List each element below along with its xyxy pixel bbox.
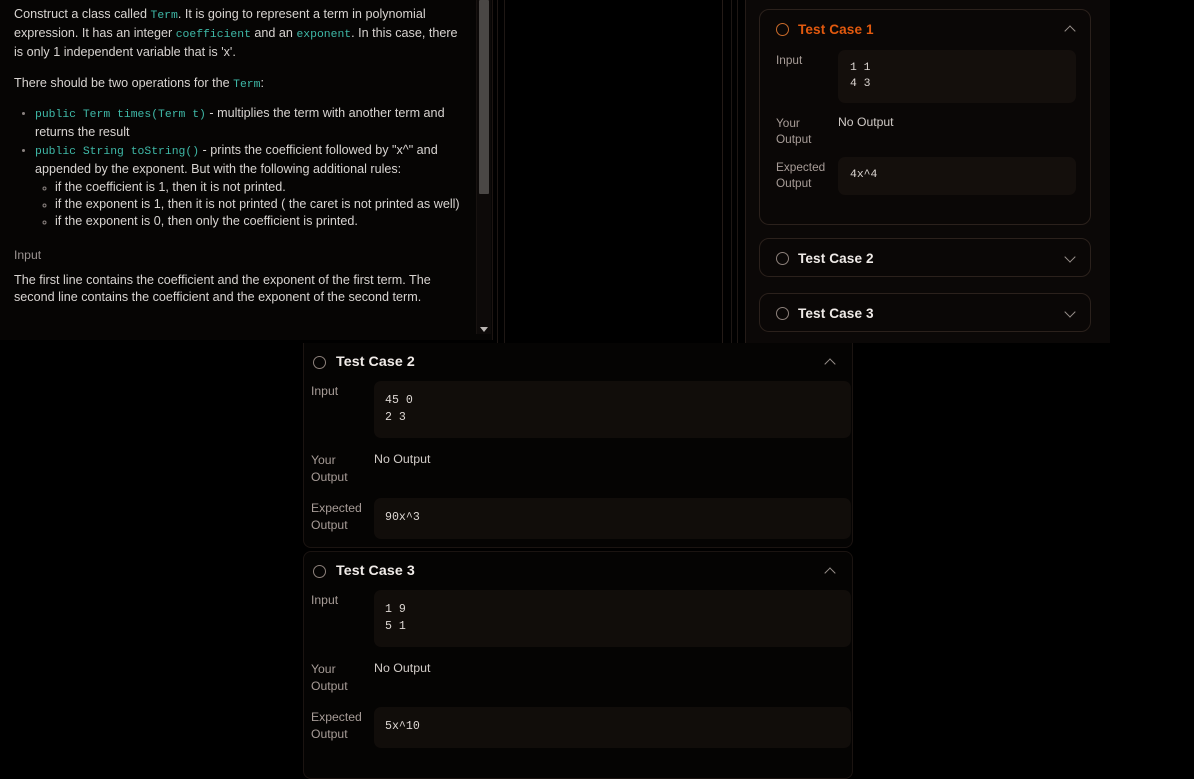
rail-tc1-input-value: 1 1 4 3 <box>850 62 871 90</box>
list-tc2-input-value: 45 0 2 3 <box>385 394 413 424</box>
ops-lead-b: : <box>260 76 264 90</box>
problem-intro-paragraph: Construct a class called Term. It is goi… <box>14 6 466 61</box>
radio-icon[interactable] <box>776 22 789 36</box>
top-overlay-panel: Construct a class called Term. It is goi… <box>0 0 1110 343</box>
scroll-down-arrow-icon[interactable] <box>480 327 488 332</box>
rail-testcase-3[interactable]: Test Case 3 <box>759 293 1091 332</box>
operations-list: public Term times(Term t) - multiplies t… <box>14 105 466 230</box>
your-output-label: Your Output <box>311 453 348 484</box>
list-tc3-your-output-value: No Output <box>374 661 431 675</box>
your-output-label: Your Output <box>311 662 348 693</box>
rail-testcase-1-header[interactable]: Test Case 1 <box>760 10 1090 48</box>
inline-code-exponent: exponent <box>296 29 352 41</box>
list-item: if the coefficient is 1, then it is not … <box>55 179 466 196</box>
input-label: Input <box>776 53 803 67</box>
rail-testcase-2-header[interactable]: Test Case 2 <box>760 239 1090 277</box>
list-tc2-input-row: Input 45 0 2 3 <box>311 381 852 438</box>
rail-tc1-input-row: Input 1 1 4 3 <box>776 50 1076 103</box>
list-tc3-expected-value: 5x^10 <box>385 720 420 733</box>
list-tc2-input-box: 45 0 2 3 <box>374 381 851 438</box>
expected-output-label: Expected Output <box>311 710 362 741</box>
problem-statement-content: Construct a class called Term. It is goi… <box>0 0 488 324</box>
chevron-down-icon[interactable] <box>1065 255 1076 262</box>
list-tc2-expected-value: 90x^3 <box>385 511 420 524</box>
radio-icon[interactable] <box>313 564 326 578</box>
chevron-up-icon[interactable] <box>825 568 836 575</box>
rail-testcase-2-title: Test Case 2 <box>798 250 874 266</box>
rail-tc1-expected-box: 4x^4 <box>838 157 1076 195</box>
list-tc3-input-row: Input 1 9 5 1 <box>311 590 852 647</box>
list-tc2-your-output-row: Your Output No Output <box>311 450 852 486</box>
list-testcase-3-body: Input 1 9 5 1 Your Output No Output Expe… <box>304 590 852 770</box>
ops-lead-a: There should be two operations for the <box>14 76 234 90</box>
list-testcase-2[interactable]: Test Case 2 Input 45 0 2 3 Your Output N… <box>303 343 853 548</box>
testcase-list-panel: Test Case 2 Input 45 0 2 3 Your Output N… <box>0 343 1194 779</box>
list-item: public Term times(Term t) - multiplies t… <box>35 105 466 141</box>
your-output-label: Your Output <box>776 116 812 146</box>
list-testcase-3-title: Test Case 3 <box>336 563 415 579</box>
testcase-rail: Test Case 1 Input 1 1 4 3 Your Output No… <box>745 0 1110 343</box>
list-testcase-3[interactable]: Test Case 3 Input 1 9 5 1 Your Output No… <box>303 551 853 779</box>
intro-text-c: and an <box>250 26 297 40</box>
expected-output-label: Expected Output <box>311 501 362 532</box>
pane-divider-right <box>731 0 732 343</box>
pane-divider-left-2 <box>504 0 505 343</box>
list-tc3-expected-output-row: Expected Output 5x^10 <box>311 707 852 748</box>
tostring-rules-list: if the coefficient is 1, then it is not … <box>35 179 466 230</box>
method-signature-tostring: public String toString() <box>35 146 200 158</box>
chevron-up-icon[interactable] <box>825 359 836 366</box>
chevron-down-icon[interactable] <box>1065 310 1076 317</box>
list-testcase-2-title: Test Case 2 <box>336 354 415 370</box>
rail-tc1-your-output-value: No Output <box>838 115 894 129</box>
rail-testcase-1-body: Input 1 1 4 3 Your Output No Output Expe… <box>760 48 1090 217</box>
rail-tc1-input-box: 1 1 4 3 <box>838 50 1076 103</box>
radio-icon[interactable] <box>313 355 326 369</box>
pane-divider-left <box>497 0 498 343</box>
list-testcase-3-header[interactable]: Test Case 3 <box>304 552 852 590</box>
inline-code-coefficient: coefficient <box>175 29 251 41</box>
inline-code-term-2: Term <box>233 79 261 91</box>
input-label: Input <box>311 593 339 607</box>
rail-tc1-expected-value: 4x^4 <box>850 169 878 181</box>
inline-code-term: Term <box>150 10 178 22</box>
list-testcase-2-body: Input 45 0 2 3 Your Output No Output Exp… <box>304 381 852 561</box>
chevron-up-icon[interactable] <box>1065 26 1076 33</box>
problem-statement-pane: Construct a class called Term. It is goi… <box>0 0 493 340</box>
list-testcase-2-header[interactable]: Test Case 2 <box>304 343 852 381</box>
list-tc2-expected-output-row: Expected Output 90x^3 <box>311 498 852 539</box>
rail-testcase-3-header[interactable]: Test Case 3 <box>760 294 1090 332</box>
rail-testcase-3-title: Test Case 3 <box>798 305 874 321</box>
list-tc3-your-output-row: Your Output No Output <box>311 659 852 695</box>
pane-divider-right-2 <box>737 0 738 343</box>
problem-pane-scrollbar[interactable] <box>476 0 491 334</box>
input-label: Input <box>311 384 339 398</box>
radio-icon[interactable] <box>776 306 789 320</box>
list-item: public String toString() - prints the co… <box>35 142 466 230</box>
radio-icon[interactable] <box>776 251 789 265</box>
list-tc2-expected-box: 90x^3 <box>374 498 851 539</box>
list-tc2-your-output-value: No Output <box>374 452 431 466</box>
scrollbar-thumb[interactable] <box>479 0 489 194</box>
input-section-heading: Input <box>14 248 42 262</box>
list-tc3-expected-box: 5x^10 <box>374 707 851 748</box>
rail-tc1-your-output-row: Your Output No Output <box>776 113 1076 147</box>
app-root: Construct a class called Term. It is goi… <box>0 0 1194 779</box>
operations-lead-paragraph: There should be two operations for the T… <box>14 75 466 94</box>
rail-tc1-expected-output-row: Expected Output 4x^4 <box>776 157 1076 195</box>
expected-output-label: Expected Output <box>776 160 826 190</box>
list-tc3-input-value: 1 9 5 1 <box>385 603 406 633</box>
rail-testcase-2[interactable]: Test Case 2 <box>759 238 1091 277</box>
method-signature-times: public Term times(Term t) <box>35 109 206 121</box>
rail-testcase-1[interactable]: Test Case 1 Input 1 1 4 3 Your Output No… <box>759 9 1091 225</box>
list-tc3-input-box: 1 9 5 1 <box>374 590 851 647</box>
list-item: if the exponent is 1, then it is not pri… <box>55 196 466 213</box>
input-section-text: The first line contains the coefficient … <box>14 273 431 304</box>
rail-testcase-1-title: Test Case 1 <box>798 21 874 37</box>
intro-text-a: Construct a class called <box>14 7 151 21</box>
list-item: if the exponent is 0, then only the coef… <box>55 213 466 230</box>
code-editor-area[interactable] <box>506 0 723 343</box>
